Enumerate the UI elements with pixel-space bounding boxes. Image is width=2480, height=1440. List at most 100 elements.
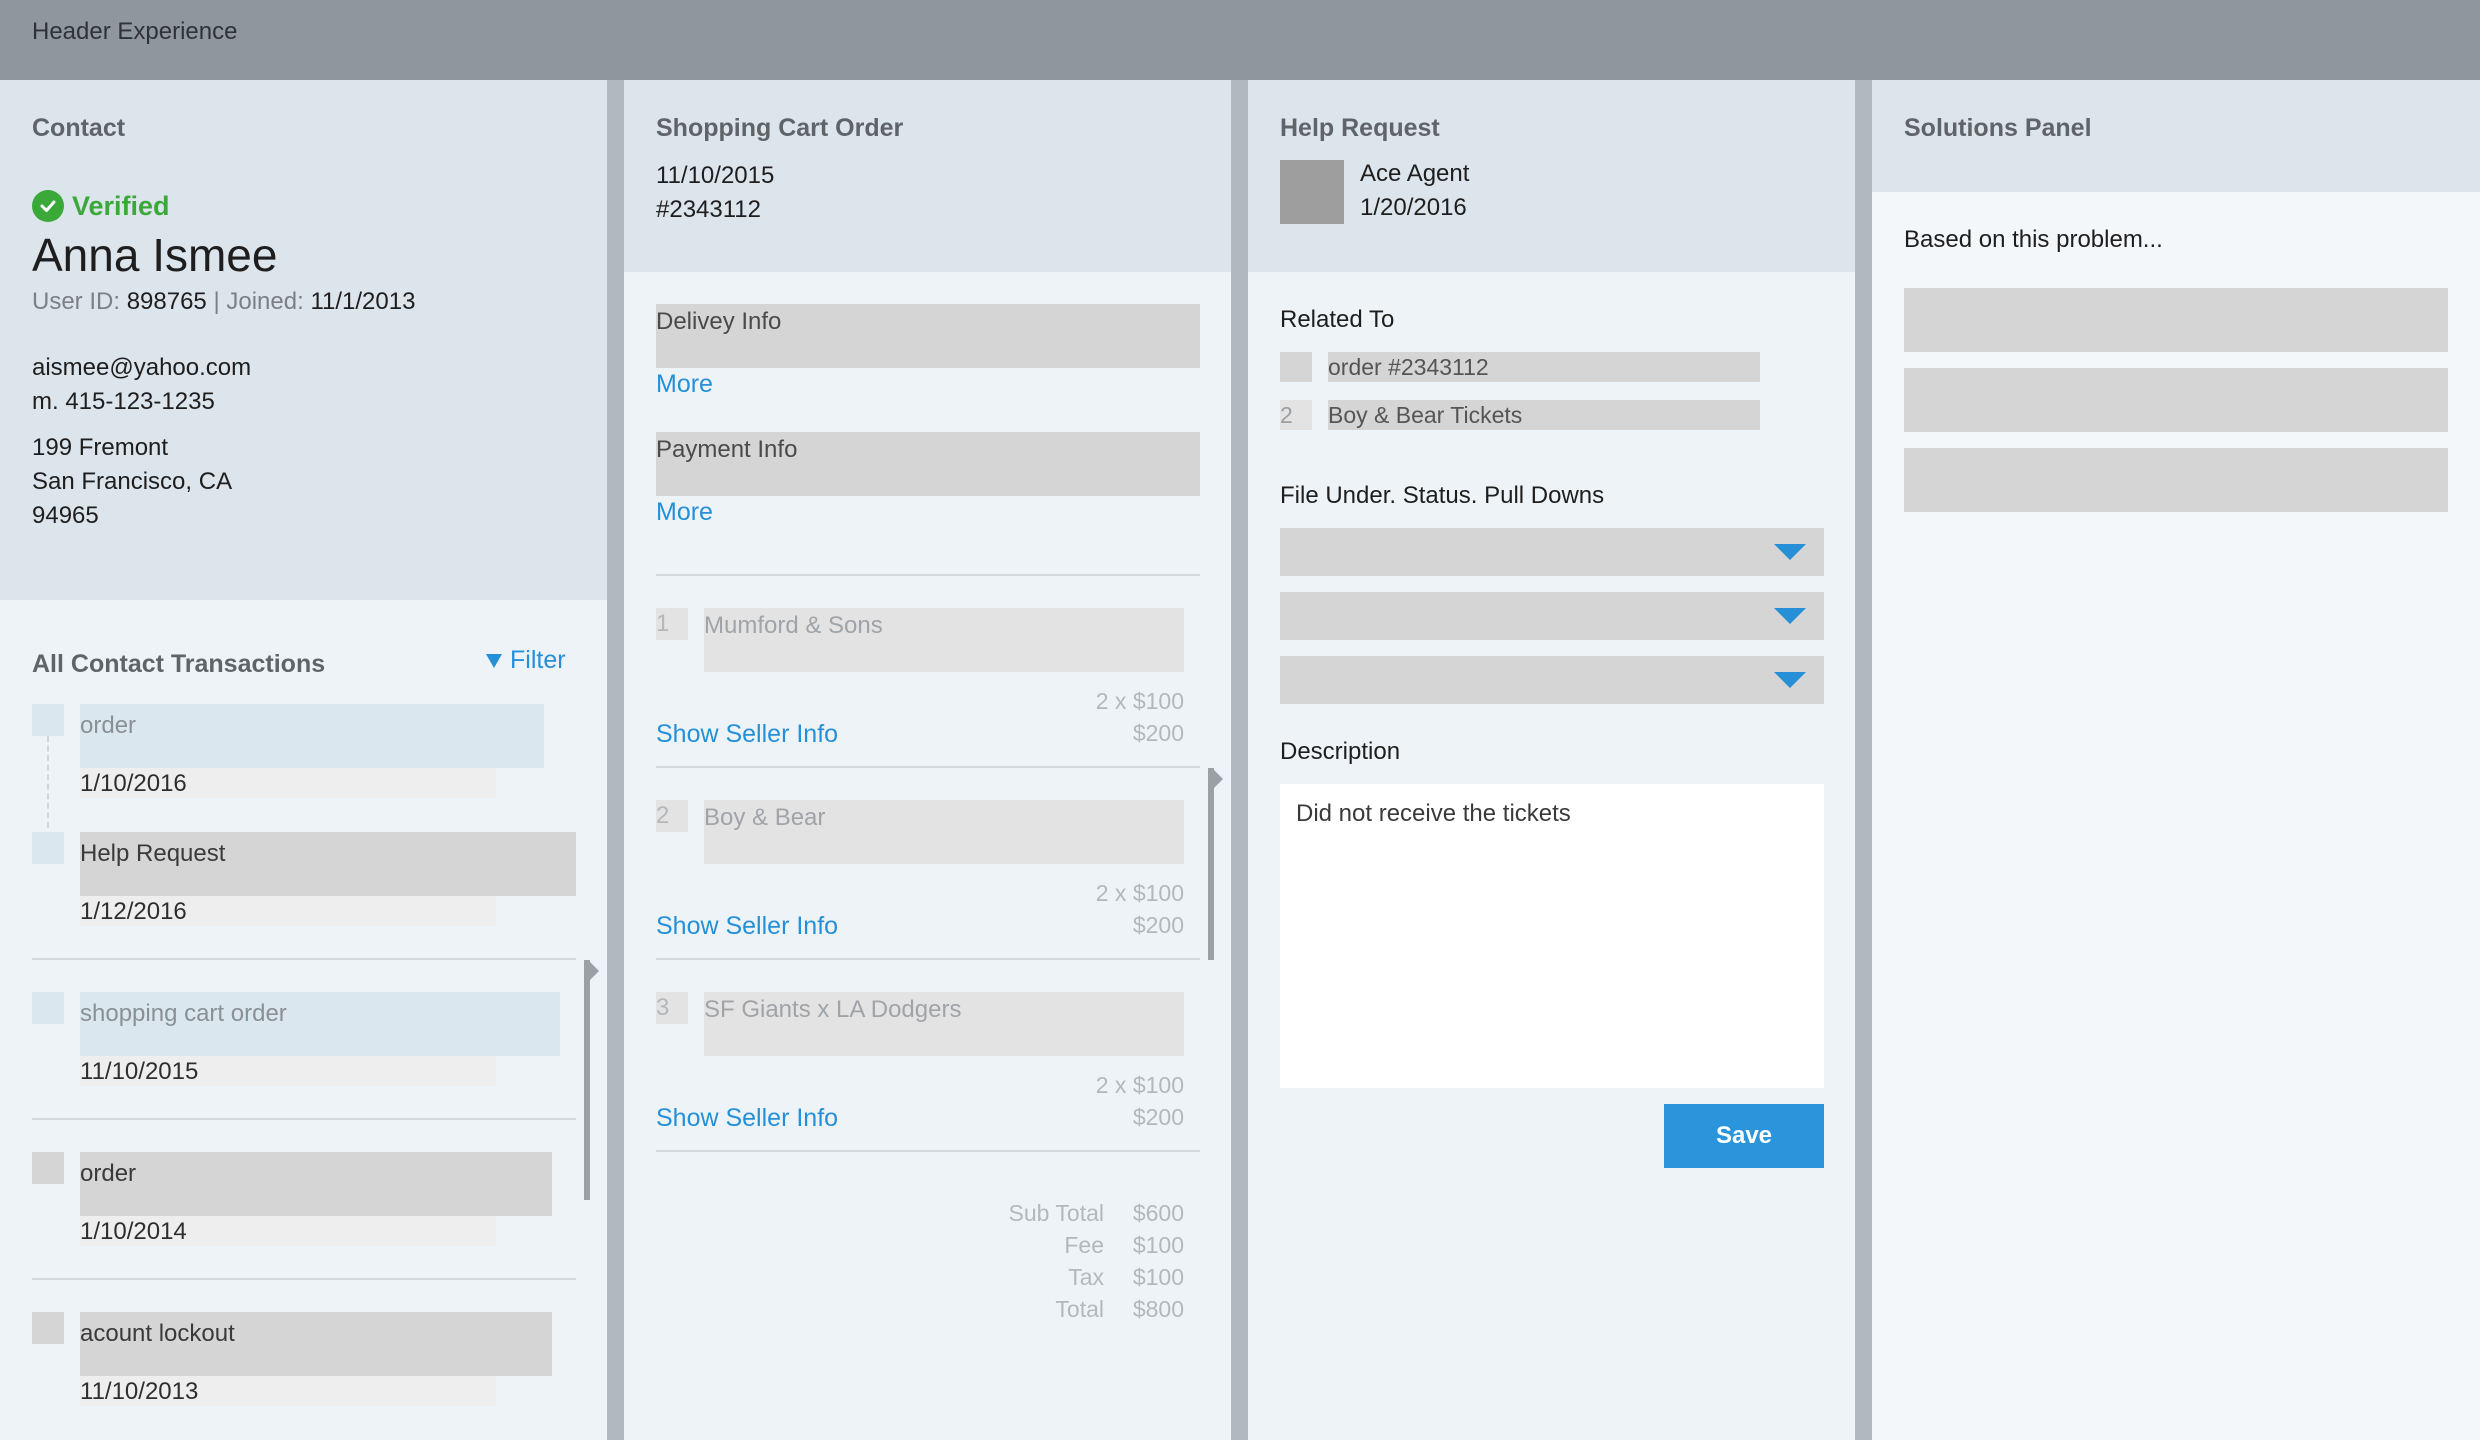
shopping-cart-panel: Shopping Cart Order 11/10/2015 #2343112 … [624, 80, 1231, 1440]
transaction-item[interactable]: order [80, 704, 544, 768]
cart-item-number-box: 2 [656, 800, 688, 832]
agent-name: Ace Agent [1360, 160, 1470, 187]
cart-header: Shopping Cart Order 11/10/2015 #2343112 [624, 80, 1231, 272]
help-header: Help Request Ace Agent 1/20/2016 [1248, 80, 1855, 272]
app-header: Header Experience [0, 0, 2480, 80]
transaction-date-bar: 1/10/2016 [80, 768, 496, 798]
totals-value: $100 [1132, 1232, 1184, 1258]
cart-item-price: $200 [1132, 720, 1184, 746]
user-meta: User ID: 898765 | Joined: 11/1/2013 [32, 288, 415, 316]
cart-item-number: 3 [656, 994, 670, 1021]
cart-item-number-box: 3 [656, 992, 688, 1024]
transaction-item[interactable]: order [80, 1152, 552, 1216]
transaction-label: acount lockout [80, 1320, 235, 1347]
filter-button[interactable]: Filter [486, 646, 566, 675]
file-under-dropdown[interactable] [1280, 528, 1824, 576]
transaction-date-bar: 11/10/2015 [80, 1056, 496, 1086]
scrollbar[interactable] [1208, 768, 1214, 960]
cart-item-number: 1 [656, 610, 670, 637]
status-dropdown[interactable] [1280, 592, 1824, 640]
verified-label: Verified [72, 190, 170, 221]
transaction-label: order [80, 712, 137, 739]
help-request-panel: Help Request Ace Agent 1/20/2016 Related… [1248, 80, 1855, 1440]
cart-date: 11/10/2015 [656, 162, 775, 189]
help-title: Help Request [1280, 114, 1440, 142]
transaction-date-bar: 1/12/2016 [80, 896, 496, 926]
timeline-connector [47, 736, 49, 828]
related-number-box [1280, 352, 1312, 382]
contact-name: Anna Ismee [32, 229, 278, 281]
user-id-label: User ID: [32, 288, 121, 315]
cart-item-number-box: 1 [656, 608, 688, 640]
transaction-checkbox[interactable] [32, 1152, 64, 1184]
totals-value: $800 [1132, 1296, 1184, 1322]
transaction-date: 1/12/2016 [80, 898, 187, 925]
transaction-item[interactable]: Help Request [80, 832, 576, 896]
cart-item-qty: 2 x $100 [1095, 688, 1184, 714]
chevron-down-icon [1774, 544, 1806, 560]
contact-email[interactable]: aismee@yahoo.com [32, 354, 251, 382]
related-to-title: Related To [1280, 306, 1395, 333]
transaction-date-bar: 1/10/2014 [80, 1216, 496, 1246]
solution-item[interactable] [1904, 448, 2448, 512]
solution-item[interactable] [1904, 288, 2448, 352]
transaction-date: 1/10/2016 [80, 770, 187, 797]
show-seller-info-link[interactable]: Show Seller Info [656, 720, 838, 749]
cart-item: SF Giants x LA Dodgers [704, 992, 1184, 1056]
delivery-info-label: Delivey Info [656, 308, 782, 335]
transaction-date: 11/10/2015 [80, 1058, 199, 1085]
divider [656, 766, 1200, 768]
description-textarea[interactable]: Did not receive the tickets [1280, 784, 1824, 1088]
totals-label: Total [1055, 1296, 1104, 1322]
cart-item-name: Mumford & Sons [704, 612, 883, 639]
transaction-date-bar: 11/10/2013 [80, 1376, 496, 1406]
delivery-more-link[interactable]: More [656, 370, 713, 399]
cart-item-qty: 2 x $100 [1095, 880, 1184, 906]
solutions-title: Solutions Panel [1904, 114, 2092, 142]
transaction-item[interactable]: acount lockout [80, 1312, 552, 1376]
scroll-arrow-icon [1214, 770, 1223, 788]
solutions-header: Solutions Panel [1872, 80, 2480, 192]
address-line2: San Francisco, CA [32, 468, 233, 495]
help-date: 1/20/2016 [1360, 194, 1467, 221]
pull-down-dropdown[interactable] [1280, 656, 1824, 704]
transaction-checkbox[interactable] [32, 1312, 64, 1344]
transaction-date: 1/10/2014 [80, 1218, 187, 1245]
contact-phone[interactable]: m. 415-123-1235 [32, 388, 215, 416]
filter-icon [486, 653, 502, 668]
save-button[interactable]: Save [1664, 1104, 1824, 1168]
show-seller-info-link[interactable]: Show Seller Info [656, 1104, 838, 1133]
show-seller-info-link[interactable]: Show Seller Info [656, 912, 838, 941]
transaction-checkbox[interactable] [32, 992, 64, 1024]
scroll-arrow-icon [590, 962, 599, 980]
transaction-date: 11/10/2013 [80, 1378, 199, 1405]
related-item[interactable]: Boy & Bear Tickets [1328, 400, 1760, 430]
cart-title: Shopping Cart Order [656, 114, 904, 142]
cart-item-name: Boy & Bear [704, 804, 826, 831]
solution-item[interactable] [1904, 368, 2448, 432]
joined-label: Joined [226, 288, 298, 315]
cart-item-qty: 2 x $100 [1095, 1072, 1184, 1098]
transaction-item[interactable]: shopping cart order [80, 992, 560, 1056]
totals-value: $100 [1132, 1264, 1184, 1290]
related-item-number: 2 [1280, 402, 1293, 428]
transaction-checkbox[interactable] [32, 704, 64, 736]
divider [32, 1118, 576, 1120]
transaction-checkbox[interactable] [32, 832, 64, 864]
divider [656, 574, 1200, 576]
transaction-label: order [80, 1160, 137, 1187]
payment-more-link[interactable]: More [656, 498, 713, 527]
scrollbar[interactable] [584, 960, 590, 1200]
contact-header: Contact Verified Anna Ismee User ID: 898… [0, 80, 607, 600]
header-title: Header Experience [32, 18, 238, 45]
chevron-down-icon [1774, 672, 1806, 688]
transaction-label: shopping cart order [80, 1000, 287, 1027]
related-number-box: 2 [1280, 400, 1312, 430]
related-item[interactable]: order #2343112 [1328, 352, 1760, 382]
divider [656, 958, 1200, 960]
payment-info-label: Payment Info [656, 436, 798, 463]
transactions-title: All Contact Transactions [32, 650, 326, 678]
contact-title: Contact [32, 114, 126, 142]
totals-label: Tax [1068, 1264, 1104, 1290]
related-item-label: Boy & Bear Tickets [1328, 402, 1523, 428]
